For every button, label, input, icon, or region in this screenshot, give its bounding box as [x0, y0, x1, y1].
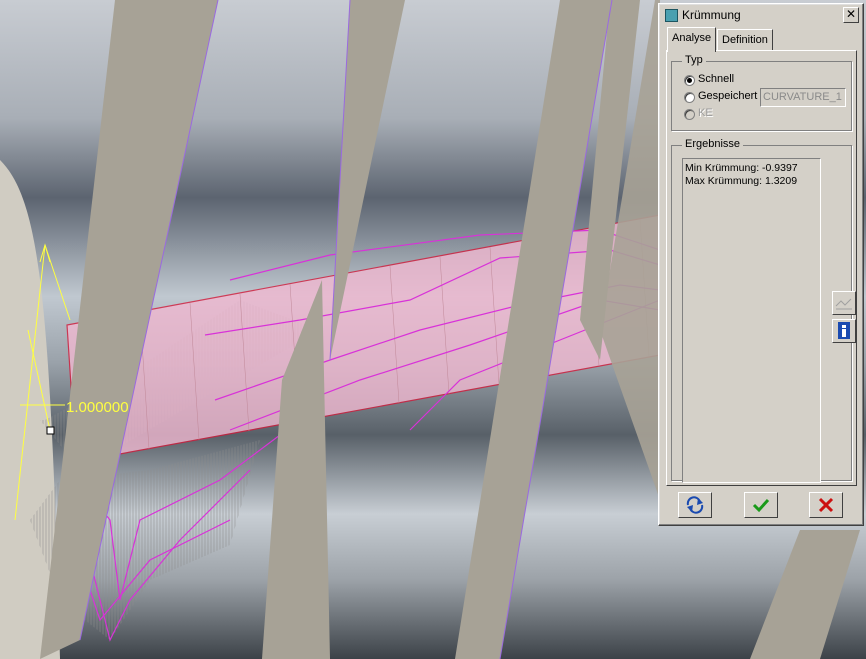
dialog-title: Krümmung — [682, 8, 741, 22]
tab-definition[interactable]: Definition — [717, 29, 773, 50]
radio-ke — [684, 109, 695, 120]
min-curvature-text: Min Krümmung: -0.9397 — [685, 162, 798, 174]
saved-name-field[interactable]: CURVATURE_1 — [760, 88, 846, 107]
analyse-panel: Typ Schnell Gespeichert CURVATURE_1 KE E… — [666, 50, 857, 486]
cancel-button[interactable] — [809, 492, 843, 518]
tab-analyse[interactable]: Analyse — [667, 27, 717, 52]
radio-gespeichert[interactable] — [684, 92, 695, 103]
radio-gespeichert-label: Gespeichert — [698, 90, 758, 102]
tab-definition-label: Definition — [722, 34, 768, 46]
results-group: Ergebnisse Min Krümmung: -0.9397 Max Krü… — [671, 138, 856, 483]
ok-checkmark-icon — [752, 498, 770, 513]
results-list[interactable]: Min Krümmung: -0.9397 Max Krümmung: 1.32… — [682, 158, 821, 483]
dimension-handle[interactable] — [46, 426, 55, 435]
radio-schnell[interactable] — [684, 75, 695, 86]
type-group-label: Typ — [682, 54, 706, 66]
curvature-dialog: Krümmung ✕ Analyse Definition Typ Schnel… — [658, 3, 864, 526]
tab-analyse-label: Analyse — [672, 32, 712, 44]
graph-button[interactable] — [832, 291, 856, 315]
cancel-x-icon — [818, 497, 834, 513]
radio-ke-label: KE — [698, 107, 713, 119]
dialog-titlebar[interactable]: Krümmung ✕ — [661, 6, 861, 24]
app-icon — [665, 9, 678, 22]
results-group-label: Ergebnisse — [682, 138, 744, 150]
info-icon — [838, 322, 850, 339]
repeat-icon — [686, 496, 704, 514]
ok-button[interactable] — [744, 492, 778, 518]
max-curvature-text: Max Krümmung: 1.3209 — [685, 175, 798, 187]
repeat-button[interactable] — [678, 492, 712, 518]
info-button[interactable] — [832, 319, 856, 343]
radio-schnell-label: Schnell — [698, 73, 735, 85]
type-group: Typ Schnell Gespeichert CURVATURE_1 KE — [671, 54, 852, 131]
close-button[interactable]: ✕ — [843, 7, 859, 23]
dimension-value[interactable]: 1.000000 — [66, 399, 129, 416]
graph-icon — [835, 298, 852, 310]
